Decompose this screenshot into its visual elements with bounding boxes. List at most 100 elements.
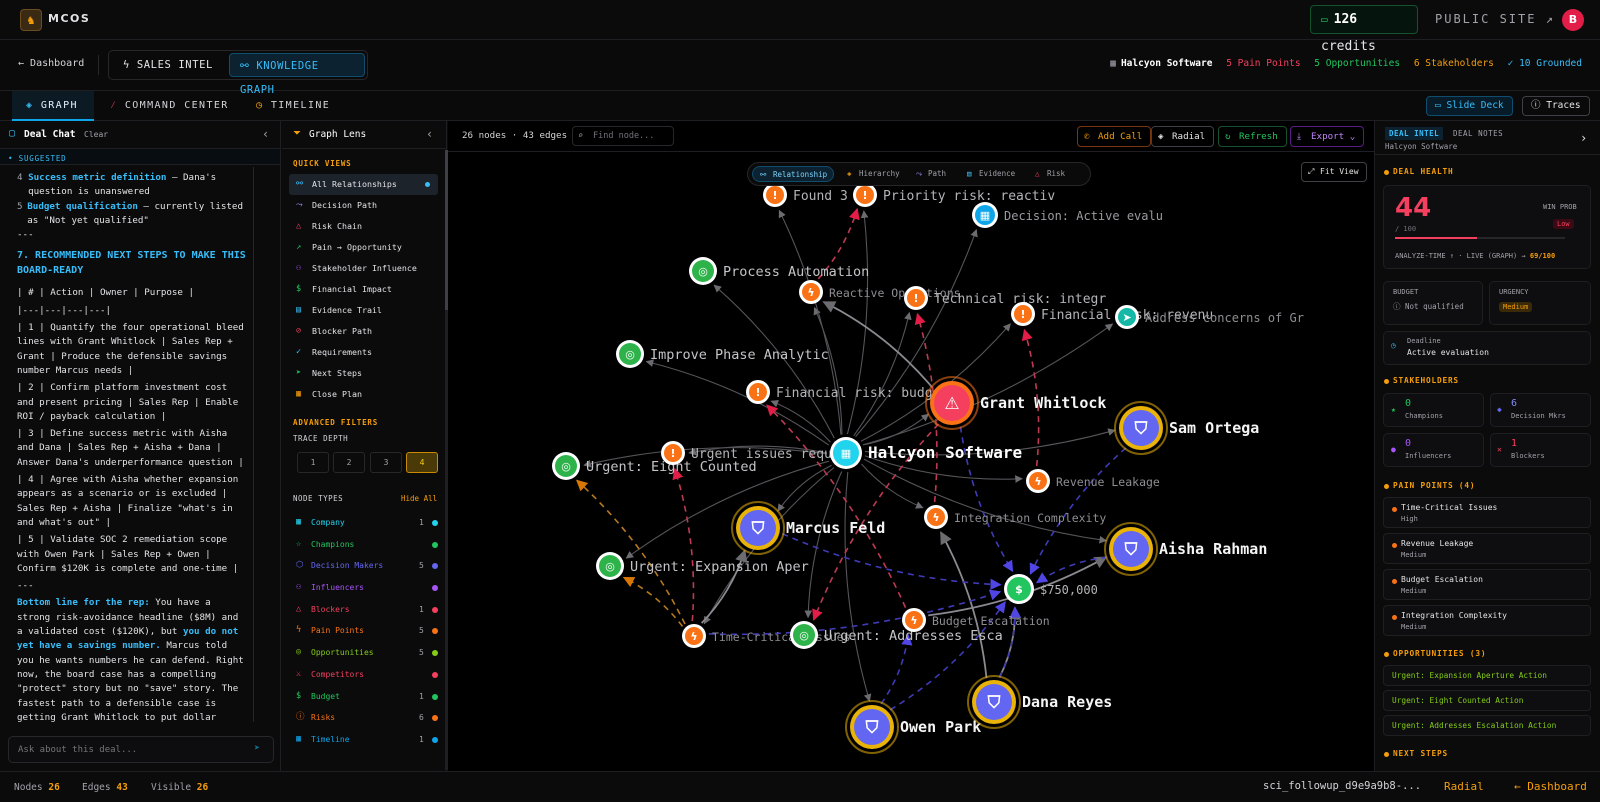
quick-view-evidence-trail[interactable]: ▤ Evidence Trail: [289, 300, 438, 321]
graph-node-marcus[interactable]: ⛉ Marcus Feld: [731, 501, 885, 555]
graph-node-aisha[interactable]: ⛉ Aisha Rahman: [1104, 522, 1267, 576]
blockers-card[interactable]: [1490, 433, 1591, 467]
graph-node-financial2[interactable]: ! Financial risk: budget: [746, 380, 948, 404]
graph-edge[interactable]: [778, 209, 842, 435]
pain-point-card[interactable]: Integration Complexity Medium: [1383, 605, 1591, 636]
radial-status-link[interactable]: Radial: [1444, 780, 1484, 793]
depth-1-button[interactable]: 1: [297, 452, 329, 473]
graph-node-grant[interactable]: ⚠ Grant Whitlock: [925, 376, 1106, 430]
lens-tab-hierarchy[interactable]: ◈ Hierarchy: [846, 166, 900, 182]
chat-scrollbar[interactable]: [253, 167, 254, 722]
quick-view-close-plan[interactable]: ▦ Close Plan: [289, 384, 438, 405]
node-type-blockers[interactable]: △ Blockers 1: [289, 599, 446, 621]
pain-point-card[interactable]: Budget Escalation Medium: [1383, 569, 1591, 600]
graph-edge[interactable]: [672, 467, 695, 622]
graph-edge[interactable]: [645, 359, 830, 446]
node-type-decision-makers[interactable]: ⬡ Decision Makers 5: [289, 555, 446, 577]
graph-node-sam[interactable]: ⛉ Sam Ortega: [1114, 401, 1259, 455]
pain-point-card[interactable]: Revenue Leakage Medium: [1383, 533, 1591, 564]
graph-node-budget[interactable]: $ $750,000: [1004, 574, 1098, 604]
add-call-button[interactable]: ✆ Add Call: [1077, 126, 1152, 147]
graph-node-urgent-issues[interactable]: ! Urgent issues require: [661, 441, 856, 465]
pain-points-count[interactable]: 5 Pain Points: [1226, 58, 1300, 69]
graph-edge[interactable]: [939, 531, 988, 679]
lens-tab-risk[interactable]: △ Risk: [1034, 166, 1065, 182]
graph-edge[interactable]: [625, 460, 830, 559]
chevron-right-icon[interactable]: ›: [1580, 131, 1587, 145]
quick-view-requirements[interactable]: ✓ Requirements: [289, 342, 438, 363]
graph-edge[interactable]: [813, 306, 843, 435]
lens-tab-path[interactable]: ⤳ Path: [915, 166, 946, 182]
graph-edge[interactable]: [853, 311, 912, 437]
stakeholders-count[interactable]: 6 Stakeholders: [1414, 58, 1494, 69]
graph-node-improve[interactable]: ◎ Improve Phase Analytic: [616, 340, 829, 368]
quick-view-blocker-path[interactable]: ⊘ Blocker Path: [289, 321, 438, 342]
status-dashboard-link[interactable]: ← Dashboard: [1514, 780, 1587, 793]
graph-edge[interactable]: [575, 479, 686, 625]
grounded-count[interactable]: ✓ 10 Grounded: [1508, 58, 1582, 69]
tab-timeline[interactable]: ◷ TIMELINE: [256, 91, 330, 121]
graph-node-decision[interactable]: ▦ Decision: Active evalu: [972, 202, 1163, 228]
graph-edge[interactable]: [777, 464, 832, 512]
brand-logo-icon[interactable]: ♞: [20, 9, 42, 31]
graph-node-integration[interactable]: ϟ Integration Complexity: [924, 505, 1106, 529]
export-button[interactable]: ⤓ Export ⌄: [1290, 126, 1365, 147]
graph-edge[interactable]: [861, 463, 924, 509]
node-type-competitors[interactable]: ⚔ Competitors: [289, 664, 446, 686]
depth-2-button[interactable]: 2: [333, 452, 365, 473]
fit-view-button[interactable]: ⤢ Fit View: [1301, 162, 1367, 182]
quick-view-decision-path[interactable]: ⤳ Decision Path: [289, 195, 438, 216]
node-type-influencers[interactable]: ⚇ Influencers: [289, 577, 446, 599]
graph-edge[interactable]: [804, 471, 843, 619]
graph-edge[interactable]: [1035, 556, 1108, 584]
quick-view-pain-opportunity[interactable]: ↗ Pain → Opportunity: [289, 237, 438, 258]
slide-deck-button[interactable]: ▭ Slide Deck: [1426, 96, 1513, 116]
graph-node-priority[interactable]: ! Priority risk: reactiv: [853, 183, 1055, 207]
node-type-risks[interactable]: ⓘ Risks 6: [289, 707, 446, 729]
opportunity-card[interactable]: Urgent: Eight Counted Action: [1383, 690, 1591, 711]
node-type-pain-points[interactable]: ϟ Pain Points 5: [289, 620, 446, 642]
collapse-chat-icon[interactable]: ‹: [262, 127, 269, 141]
depth-3-button[interactable]: 3: [370, 452, 402, 473]
send-icon[interactable]: ➤: [254, 743, 260, 754]
hide-all-button[interactable]: Hide All: [401, 494, 437, 503]
node-type-opportunities[interactable]: ◎ Opportunities 5: [289, 642, 446, 664]
graph-edge[interactable]: [862, 323, 1114, 446]
graph-node-revenue[interactable]: ϟ Revenue Leakage: [1026, 469, 1160, 493]
graph-node-found[interactable]: ! Found 3 u: [763, 183, 863, 207]
graph-edge[interactable]: [880, 633, 913, 705]
quick-view-all-relationships[interactable]: ⚯ All Relationships: [289, 174, 438, 195]
avatar[interactable]: B: [1562, 9, 1584, 31]
graph-node-expansion[interactable]: ◎ Urgent: Expansion Aper: [596, 552, 809, 580]
node-type-budget[interactable]: $ Budget 1: [289, 686, 446, 708]
quick-view-risk-chain[interactable]: △ Risk Chain: [289, 216, 438, 237]
node-type-timeline[interactable]: ▦ Timeline 1: [289, 729, 446, 751]
graph-node-process[interactable]: ◎ Process Automation: [689, 257, 869, 285]
lens-tab-relationship[interactable]: ⚯ Relationship: [752, 166, 834, 182]
depth-4-button[interactable]: 4: [406, 452, 438, 473]
credits-badge[interactable]: ▭ 126 credits: [1310, 5, 1418, 54]
collapse-lens-icon[interactable]: ‹: [426, 127, 433, 141]
graph-svg[interactable]: ! Found 3 u! Priority risk: reactiv▦ Decisi…: [448, 152, 1374, 771]
quick-view-stakeholder-influence[interactable]: ⚇ Stakeholder Influence: [289, 258, 438, 279]
graph-edge[interactable]: [863, 458, 1108, 544]
quick-view-next-steps[interactable]: ➤ Next Steps: [289, 363, 438, 384]
graph-edge[interactable]: [770, 400, 831, 443]
clear-chat-button[interactable]: Clear: [84, 130, 108, 139]
influencers-card[interactable]: [1383, 433, 1484, 467]
chat-input[interactable]: [8, 736, 274, 763]
opportunity-card[interactable]: Urgent: Expansion Aperture Action: [1383, 665, 1591, 686]
quick-view-financial-impact[interactable]: $ Financial Impact: [289, 279, 438, 300]
find-node-input[interactable]: ⌕ Find node...: [572, 126, 674, 146]
decision-makers-card[interactable]: [1490, 393, 1591, 427]
radial-layout-button[interactable]: ◈ Radial: [1151, 126, 1215, 147]
public-site-link[interactable]: PUBLIC SITE ↗: [1435, 12, 1555, 26]
graph-edge[interactable]: [822, 301, 934, 389]
tab-graph[interactable]: ◈ GRAPH: [12, 91, 94, 121]
node-type-company[interactable]: ▦ Company 1: [289, 512, 446, 534]
champions-card[interactable]: [1383, 393, 1484, 427]
graph-node-halcyon[interactable]: ▦ Halcyon Software: [830, 437, 1022, 469]
graph-edge[interactable]: [863, 413, 930, 446]
pain-point-card[interactable]: Time-Critical Issues High: [1383, 497, 1591, 528]
graph-node-owen[interactable]: ⛉ Owen Park: [845, 700, 981, 754]
